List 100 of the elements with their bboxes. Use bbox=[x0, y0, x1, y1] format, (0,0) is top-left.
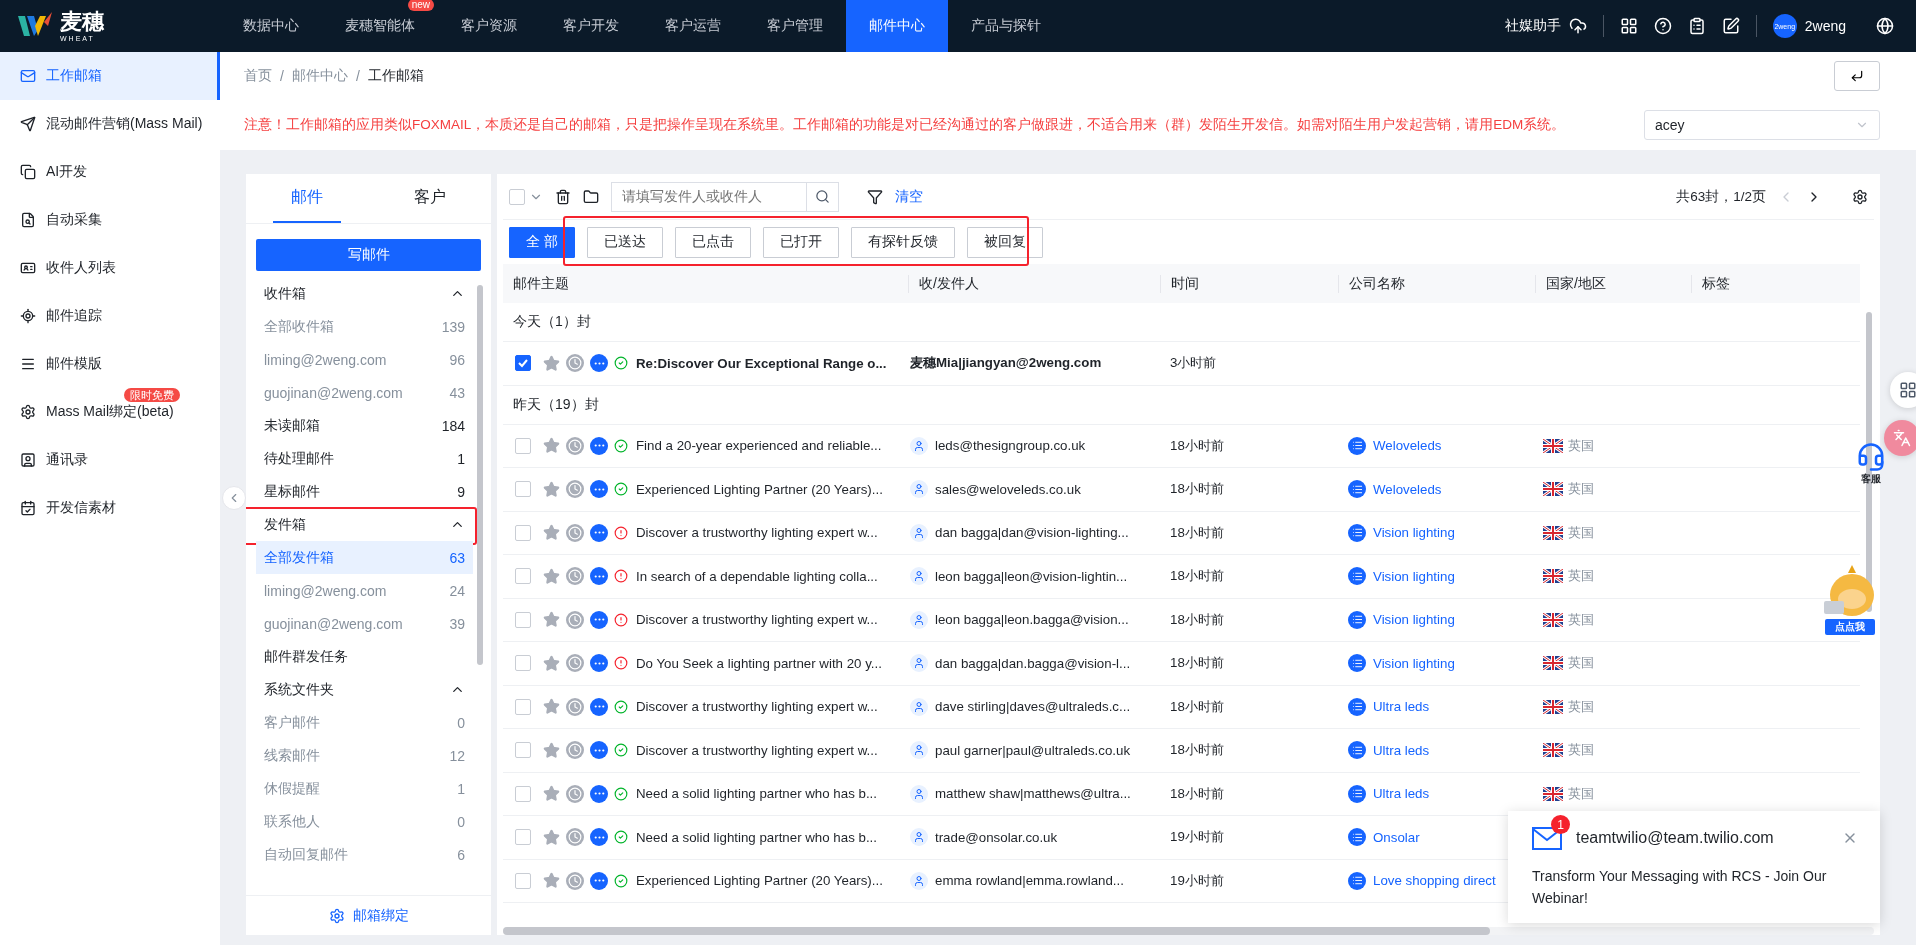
mail-subject[interactable]: Discover a trustworthy lighting expert w... bbox=[636, 612, 878, 628]
sidebar-item[interactable]: 收件人列表 bbox=[0, 258, 220, 278]
mail-subject[interactable]: Do You Seek a lighting partner with 20 y... bbox=[636, 655, 882, 671]
star-icon[interactable] bbox=[543, 872, 560, 890]
collapse-button[interactable] bbox=[222, 486, 246, 510]
company-link[interactable]: Weloveleds bbox=[1373, 481, 1442, 497]
nav-tab[interactable]: 邮件中心 bbox=[846, 0, 948, 52]
mail-subject[interactable]: Find a 20-year experienced and reliable... bbox=[636, 438, 882, 454]
user-name[interactable]: 2weng bbox=[1804, 18, 1846, 34]
folder-item[interactable]: 未读邮箱 184 bbox=[256, 409, 473, 442]
more-icon[interactable] bbox=[590, 480, 608, 499]
star-icon[interactable] bbox=[543, 480, 560, 498]
more-icon[interactable] bbox=[590, 741, 608, 760]
nav-tab[interactable]: 客户资源 bbox=[438, 12, 540, 40]
nav-tab[interactable]: 麦穗智能体 bbox=[322, 12, 438, 40]
clock-icon[interactable] bbox=[566, 354, 584, 373]
more-icon[interactable] bbox=[590, 871, 608, 890]
panel-tab[interactable]: 客户 bbox=[395, 174, 464, 223]
nav-tab[interactable]: 客户管理 bbox=[744, 12, 846, 40]
search-button[interactable] bbox=[807, 181, 839, 212]
star-icon[interactable] bbox=[543, 611, 560, 629]
clock-icon[interactable] bbox=[566, 871, 584, 890]
star-icon[interactable] bbox=[543, 567, 560, 585]
company-link[interactable]: Vision lighting bbox=[1373, 655, 1455, 671]
mail-subject[interactable]: Experienced Lighting Partner (20 Years)... bbox=[636, 873, 883, 889]
more-icon[interactable] bbox=[590, 828, 608, 847]
mascot-label[interactable]: 点点我 bbox=[1825, 619, 1875, 635]
clock-icon[interactable] bbox=[566, 610, 584, 629]
folder-item[interactable]: 星标邮件 9 bbox=[256, 475, 473, 508]
more-icon[interactable] bbox=[590, 436, 608, 455]
sidebar-item[interactable]: Mass Mail绑定(beta) bbox=[0, 402, 220, 422]
nav-tab[interactable]: 数据中心 bbox=[220, 12, 322, 40]
return-button[interactable] bbox=[1834, 61, 1880, 91]
clock-icon[interactable] bbox=[566, 436, 584, 455]
nav-tab[interactable]: 产品与探针 bbox=[948, 12, 1064, 40]
star-icon[interactable] bbox=[543, 698, 560, 716]
mail-subject[interactable]: Need a solid lighting partner who has b... bbox=[636, 786, 877, 802]
company-link[interactable]: Ultra leds bbox=[1373, 786, 1430, 802]
folder-item[interactable]: 待处理邮件 1 bbox=[256, 442, 473, 475]
folder-item[interactable]: 收件箱 bbox=[256, 277, 473, 310]
help-icon[interactable] bbox=[1653, 17, 1672, 35]
more-icon[interactable] bbox=[590, 354, 608, 373]
more-icon[interactable] bbox=[590, 523, 608, 542]
sidebar-item[interactable]: 工作邮箱 bbox=[0, 52, 220, 100]
star-icon[interactable] bbox=[543, 654, 560, 672]
trash-icon[interactable] bbox=[555, 188, 571, 205]
clipboard-icon[interactable] bbox=[1687, 17, 1706, 35]
clock-icon[interactable] bbox=[566, 697, 584, 716]
company-link[interactable]: Ultra leds bbox=[1373, 742, 1430, 758]
clock-icon[interactable] bbox=[566, 567, 584, 586]
folder-icon[interactable] bbox=[583, 188, 599, 205]
clock-icon[interactable] bbox=[566, 480, 584, 499]
company-link[interactable]: Onsolar bbox=[1373, 829, 1420, 845]
nav-tab[interactable]: 客户开发 bbox=[540, 12, 642, 40]
more-icon[interactable] bbox=[590, 654, 608, 673]
company-link[interactable]: Love shopping direct bbox=[1373, 873, 1496, 889]
select-all-checkbox[interactable] bbox=[509, 188, 525, 205]
filter-button[interactable]: 已点击 bbox=[674, 226, 751, 258]
star-icon[interactable] bbox=[543, 524, 560, 542]
folder-item[interactable]: 全部发件箱 63 bbox=[256, 541, 473, 574]
clock-icon[interactable] bbox=[566, 741, 584, 760]
nav-tab[interactable]: 客户运营 bbox=[642, 12, 744, 40]
star-icon[interactable] bbox=[543, 437, 560, 455]
mail-subject[interactable]: Re:Discover Our Exceptional Range o... bbox=[636, 355, 887, 371]
mail-subject[interactable]: Need a solid lighting partner who has b... bbox=[636, 829, 877, 845]
apps-button[interactable] bbox=[1890, 372, 1916, 408]
clock-icon[interactable] bbox=[566, 828, 584, 847]
clock-icon[interactable] bbox=[566, 523, 584, 542]
company-link[interactable]: Vision lighting bbox=[1373, 568, 1455, 584]
sidebar-item[interactable]: 开发信素材 bbox=[0, 498, 220, 518]
company-link[interactable]: Ultra leds bbox=[1373, 699, 1430, 715]
mail-subject[interactable]: Discover a trustworthy lighting expert w... bbox=[636, 699, 878, 715]
star-icon[interactable] bbox=[543, 741, 560, 759]
star-icon[interactable] bbox=[543, 354, 560, 372]
sidebar-item[interactable]: 混动邮件营销(Mass Mail) bbox=[0, 114, 220, 134]
scrollbar-thumb[interactable] bbox=[477, 285, 483, 665]
assistant-link[interactable]: 社媒助手 bbox=[1504, 17, 1561, 35]
star-icon[interactable] bbox=[543, 785, 560, 803]
headset-icon[interactable] bbox=[1856, 442, 1886, 472]
more-icon[interactable] bbox=[590, 697, 608, 716]
clear-link[interactable]: 清空 bbox=[895, 187, 923, 206]
sidebar-item[interactable]: 邮件追踪 bbox=[0, 306, 220, 326]
grid-icon[interactable] bbox=[1619, 17, 1638, 35]
filter-button[interactable]: 有探针反馈 bbox=[850, 226, 955, 258]
sidebar-item[interactable]: 通讯录 bbox=[0, 450, 220, 470]
star-icon[interactable] bbox=[543, 828, 560, 846]
compose-button[interactable]: 写邮件 bbox=[256, 239, 481, 271]
mail-subject[interactable]: In search of a dependable lighting colla... bbox=[636, 568, 878, 584]
mail-subject[interactable]: Experienced Lighting Partner (20 Years)... bbox=[636, 481, 883, 497]
company-link[interactable]: Vision lighting bbox=[1373, 612, 1455, 628]
settings-icon[interactable] bbox=[1852, 188, 1868, 205]
more-icon[interactable] bbox=[590, 784, 608, 803]
filter-button[interactable]: 已送达 bbox=[586, 226, 663, 258]
mailbox-binding-link[interactable]: 邮箱绑定 bbox=[328, 906, 409, 925]
account-select[interactable]: acey bbox=[1644, 110, 1880, 140]
sidebar-item[interactable]: AI开发 bbox=[0, 162, 220, 182]
edit-icon[interactable] bbox=[1721, 17, 1740, 35]
cloud-upload-icon[interactable] bbox=[1568, 17, 1587, 35]
search-field[interactable]: 请填写发件人或收件人 bbox=[611, 181, 807, 212]
scrollbar-thumb[interactable] bbox=[503, 927, 1491, 935]
